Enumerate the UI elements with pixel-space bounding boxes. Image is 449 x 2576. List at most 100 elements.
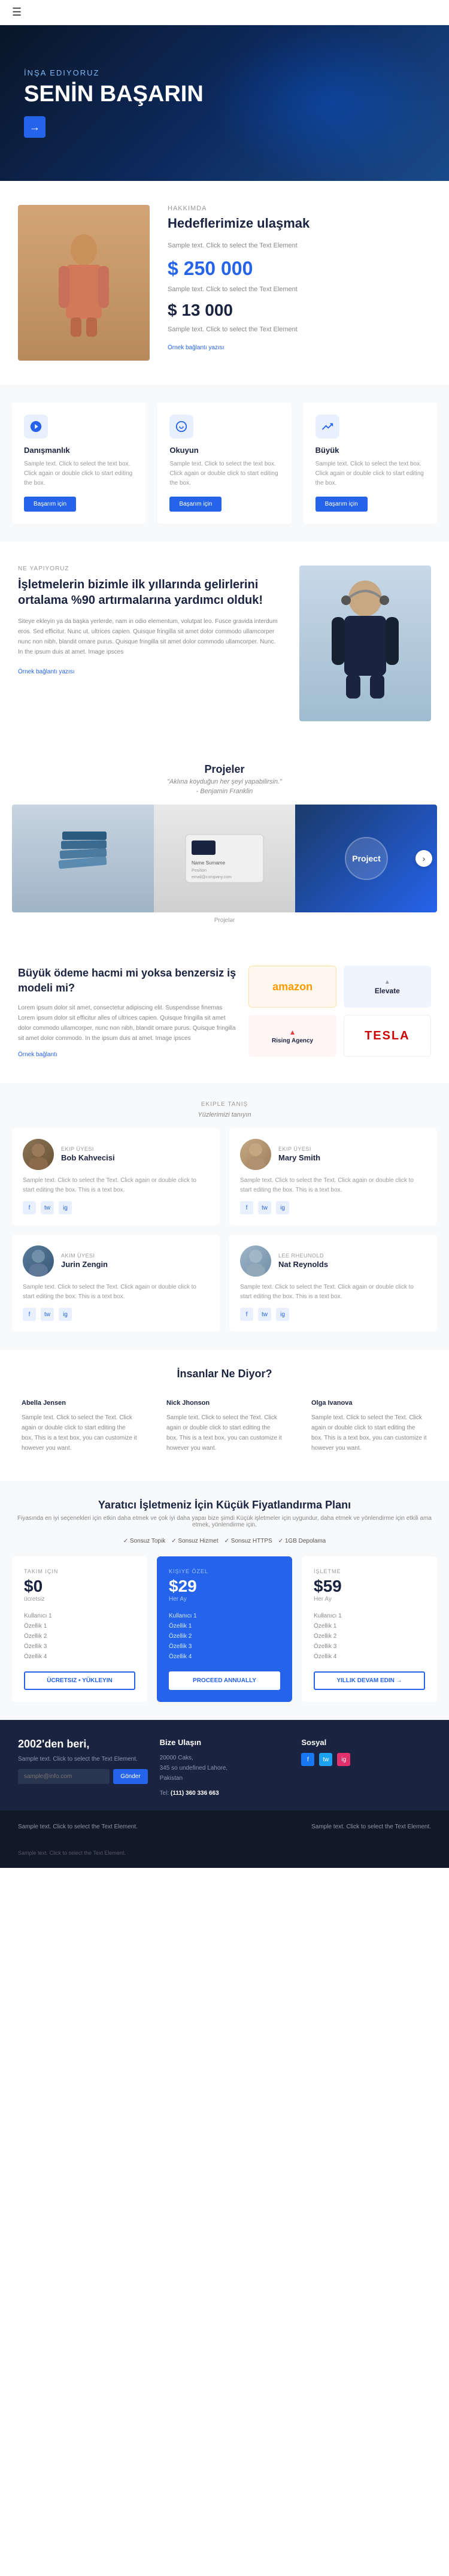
testimonials-grid: Abella Jensen Sample text. Click to sele…	[12, 1390, 437, 1463]
feature-btn-2[interactable]: Başarım için	[169, 497, 222, 512]
instagram-icon-3[interactable]: ig	[59, 1308, 72, 1321]
feature-text-1: Sample text. Click to select the text bo…	[24, 459, 134, 488]
instagram-icon-1[interactable]: ig	[59, 1201, 72, 1214]
pricing-title: Yaratıcı İşletmeniz İçin Küçük Fiyatland…	[12, 1499, 437, 1511]
footer-phone-label: Tel:	[160, 1790, 169, 1797]
facebook-icon-2[interactable]: f	[240, 1201, 253, 1214]
footer-subscribe-btn[interactable]: Gönder	[113, 1769, 147, 1784]
footer-top: 2002'den beri, Sample text. Click to sel…	[0, 1720, 449, 1810]
price-btn-3[interactable]: Yıllık Devam Edin →	[314, 1671, 425, 1690]
features-grid: Danışmanlık Sample text. Click to select…	[12, 403, 437, 524]
hamburger-icon[interactable]: ☰	[12, 6, 22, 19]
partner-logo-rising: ▲ Rising Agency	[248, 1015, 336, 1057]
pricing-grid: Takım için $0 ücretsiz Kullanıcı 1 Özell…	[12, 1556, 437, 1702]
facebook-icon-3[interactable]: f	[23, 1308, 36, 1321]
feature-card-1: Danışmanlık Sample text. Click to select…	[12, 403, 145, 524]
what-text: Siteye ekleyin ya da başka yerlerde, nam…	[18, 616, 281, 657]
svg-text:email@company.com: email@company.com	[192, 875, 232, 879]
instagram-icon-2[interactable]: ig	[276, 1201, 289, 1214]
partner-logo-tesla: TESLA	[344, 1015, 431, 1057]
about-title: Hedeflerimize ulaşmak	[168, 216, 431, 231]
team-header: Ekiple tanış Yüzlerimizi tanıyın	[12, 1101, 437, 1118]
twitter-icon-1[interactable]: tw	[41, 1201, 54, 1214]
price-features-3: Kullanıcı 1 Özellik 1 Özellik 2 Özellik …	[314, 1611, 425, 1662]
team-card-2: EKIP ÜYESI Mary Smith Sample text. Click…	[229, 1128, 437, 1225]
team-role-4: Lee Rheunold	[278, 1253, 328, 1259]
price-card-3: İşletme $59 Her Ay Kullanıcı 1 Özellik 1…	[302, 1556, 437, 1702]
team-role-2: EKIP ÜYESI	[278, 1146, 320, 1152]
what-title: İşletmelerin bizimle ilk yıllarında geli…	[18, 577, 281, 608]
team-name-3: Jurin Zengin	[61, 1260, 108, 1269]
partners-grid: Büyük ödeme hacmi mi yoksa benzersiz iş …	[18, 966, 431, 1059]
project-slide-2: Name Surname Position email@company.com	[154, 805, 296, 912]
hero-cta-arrow[interactable]: →	[24, 116, 45, 138]
team-card-header-2: EKIP ÜYESI Mary Smith	[240, 1139, 426, 1170]
projects-section: Projeler "Aklına koyduğun her şeyi yapab…	[0, 745, 449, 942]
price-feature-3-2: Özellik 1	[314, 1621, 425, 1631]
price-period-3: Her Ay	[314, 1596, 425, 1603]
footer-col-since: 2002'den beri, Sample text. Click to sel…	[18, 1738, 148, 1798]
team-name-1: Bob Kahvecisi	[61, 1153, 115, 1162]
about-price-1: $ 250 000	[168, 258, 431, 280]
testimonial-name-1: Abella Jensen	[22, 1399, 138, 1407]
footer-email-input[interactable]	[18, 1769, 110, 1784]
team-social-1: f tw ig	[23, 1201, 209, 1214]
price-feature-2-3: Özellik 2	[169, 1631, 280, 1641]
twitter-icon-2[interactable]: tw	[258, 1201, 271, 1214]
team-quote: Yüzlerimizi tanıyın	[12, 1111, 437, 1118]
what-image-inner	[299, 566, 431, 721]
feature-icon-1	[24, 415, 48, 439]
team-social-4: f tw ig	[240, 1308, 426, 1321]
feature-btn-3[interactable]: Başarım için	[315, 497, 368, 512]
price-amount-1: $0	[24, 1577, 135, 1596]
team-role-3: AKIM ÜYESI	[61, 1253, 108, 1259]
twitter-icon-3[interactable]: tw	[41, 1308, 54, 1321]
partners-text: Büyük ödeme hacmi mi yoksa benzersiz iş …	[18, 966, 236, 1059]
testimonial-name-3: Olga Ivanova	[311, 1399, 427, 1407]
footer-social-title: Sosyal	[301, 1738, 431, 1747]
footer-copyright-text: Sample text. Click to select the Text El…	[18, 1850, 431, 1856]
feature-icon-3	[315, 415, 339, 439]
carousel-next-arrow[interactable]: ›	[415, 850, 432, 867]
feature-card-3: Büyük Sample text. Click to select the t…	[304, 403, 437, 524]
footer-grid: 2002'den beri, Sample text. Click to sel…	[18, 1738, 431, 1798]
svg-text:Position: Position	[192, 869, 207, 873]
navigation: ☰	[0, 0, 449, 25]
testimonials-title: İnsanlar Ne Diyor?	[12, 1368, 437, 1380]
price-features-2: Kullanıcı 1 Özellik 1 Özellik 2 Özellik …	[169, 1611, 280, 1662]
hero-section: İnşa ediyoruz SENİN BAŞARIN →	[0, 25, 449, 181]
instagram-icon-4[interactable]: ig	[276, 1308, 289, 1321]
facebook-icon-1[interactable]: f	[23, 1201, 36, 1214]
team-social-3: f tw ig	[23, 1308, 209, 1321]
footer-twitter-icon[interactable]: tw	[319, 1753, 332, 1766]
avatar-2	[240, 1139, 271, 1170]
facebook-icon-4[interactable]: f	[240, 1308, 253, 1321]
price-btn-2[interactable]: Proceed Annually	[169, 1671, 280, 1690]
footer-instagram-icon[interactable]: ig	[337, 1753, 350, 1766]
partners-link[interactable]: Örnek bağlantı	[18, 1051, 57, 1058]
partners-section: Büyük ödeme hacmi mi yoksa benzersiz iş …	[0, 942, 449, 1083]
about-link[interactable]: Örnek bağlantı yazısı	[168, 344, 224, 351]
what-label: ne yapıyoruz	[18, 566, 281, 572]
team-name-2: Mary Smith	[278, 1153, 320, 1162]
testimonial-card-2: Nick Jhonson Sample text. Click to selec…	[157, 1390, 292, 1463]
price-feature-2-2: Özellik 1	[169, 1621, 280, 1631]
price-btn-1[interactable]: Ücretsiz • Yükleyin	[24, 1671, 135, 1690]
pricing-header: Yaratıcı İşletmeniz İçin Küçük Fiyatland…	[12, 1499, 437, 1528]
projects-carousel: Name Surname Position email@company.com …	[12, 805, 437, 912]
footer-social-icons: f tw ig	[301, 1753, 431, 1766]
partner-logo-amazon: amazon	[248, 966, 336, 1008]
about-image-inner	[18, 205, 150, 361]
team-member-3-info: AKIM ÜYESI Jurin Zengin	[61, 1253, 108, 1270]
footer-facebook-icon[interactable]: f	[301, 1753, 314, 1766]
what-link[interactable]: Örnek bağlantı yazısı	[18, 669, 75, 675]
twitter-icon-4[interactable]: tw	[258, 1308, 271, 1321]
what-we-do-section: ne yapıyoruz İşletmelerin bizimle ilk yı…	[0, 542, 449, 745]
feature-btn-1[interactable]: Başarım için	[24, 497, 76, 512]
feature-title-2: Okuyun	[169, 446, 279, 455]
price-card-2: Kişiye özel $29 Her Ay Kullanıcı 1 Özell…	[157, 1556, 292, 1702]
footer-contact-title: Bize Ulaşın	[160, 1738, 290, 1747]
about-image	[18, 205, 150, 361]
about-sample-text-1: Sample text. Click to select the Text El…	[168, 241, 431, 252]
footer: 2002'den beri, Sample text. Click to sel…	[0, 1720, 449, 1868]
